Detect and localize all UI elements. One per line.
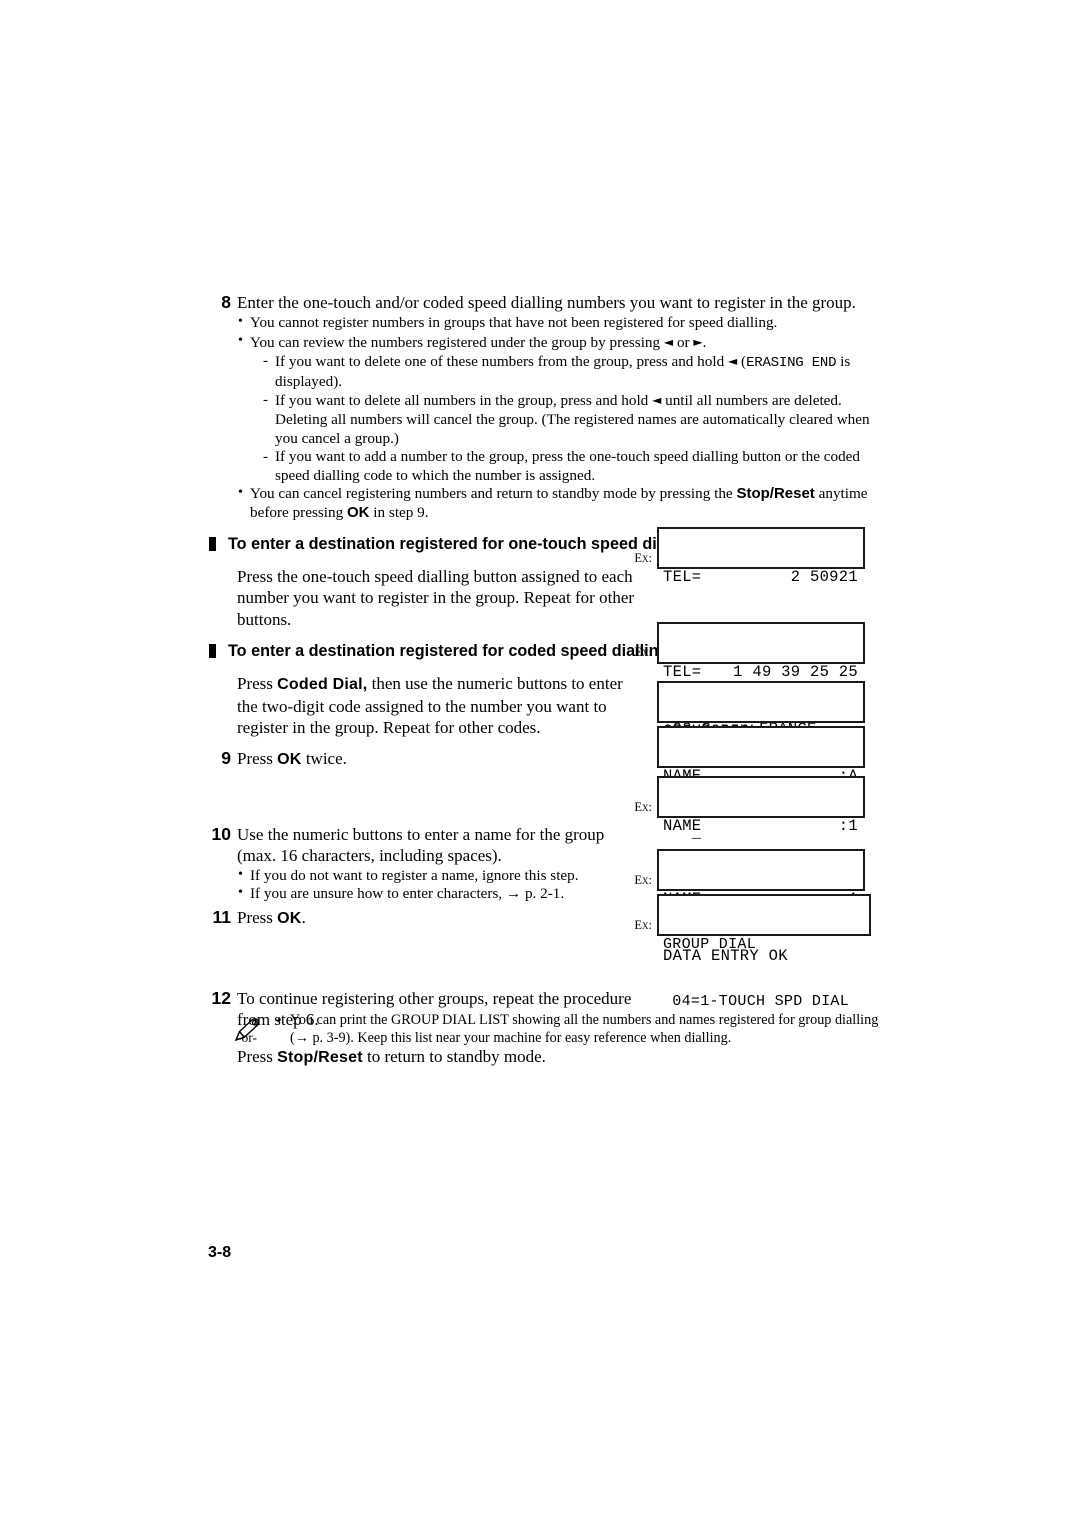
step-8-bullet-3: • You can cancel registering numbers and … xyxy=(237,485,885,522)
bullet-dot-icon: • xyxy=(238,332,243,348)
step-8-bullet-2-mid: or xyxy=(673,333,694,351)
step-10-bullet-2-text: If you are unsure how to enter character… xyxy=(250,885,565,903)
step-12-alt-post: to return to standby mode. xyxy=(362,1046,546,1066)
note-block: • You can print the GROUP DIAL LIST show… xyxy=(232,1012,882,1047)
subsection-one-touch-body-text: Press the one-touch speed dialling butto… xyxy=(237,566,635,629)
step-12-alt: Press Stop/Reset to return to standby mo… xyxy=(237,1046,885,1068)
page-number: 3-8 xyxy=(208,1244,232,1261)
left-arrow-icon: ◄ xyxy=(652,393,662,408)
lcd-line-1: TEL= 1 49 39 25 25 xyxy=(663,663,863,682)
subsection-one-touch-body: Press the one-touch speed dialling butto… xyxy=(205,566,637,631)
ex-label-group-dial-04: Ex: xyxy=(634,918,652,932)
lcd-line-1: TEL= 2 50921 xyxy=(663,568,863,587)
left-arrow-icon: ◄ xyxy=(663,334,674,349)
step-9-title-pre: Press xyxy=(237,748,278,768)
step-8-bullet-3-post: in step 9. xyxy=(369,503,429,521)
lcd-line-2: 04=1-TOUCH SPD DIAL xyxy=(663,993,850,1010)
step-10-bullet-1-text: If you do not want to register a name, i… xyxy=(250,866,579,884)
ok-key-label: OK xyxy=(347,503,370,521)
bullet-dot-icon: • xyxy=(277,1012,282,1027)
ex-label-tel-coded: Ex: xyxy=(634,645,652,659)
lcd-display-group-dial-name-menu: GROUP DIAL 2.NAME xyxy=(657,681,865,797)
stop-reset-key-label: Stop/Reset xyxy=(736,485,815,503)
step-8-bullet-2-post: . xyxy=(702,333,707,351)
step-8-bullet-1: • You cannot register numbers in groups … xyxy=(237,314,885,333)
step-9-title-post: twice. xyxy=(301,748,347,768)
step-11-title-pre: Press xyxy=(237,907,278,927)
step-8-dash-3: - If you want to add a number to the grou… xyxy=(262,448,885,485)
subsection-coded-body: Press Coded Dial, then use the numeric b… xyxy=(205,673,637,739)
bullet-dot-icon: • xyxy=(238,314,243,329)
square-bullet-icon xyxy=(209,536,216,551)
lcd-line-1-right: :1 xyxy=(838,817,858,835)
step-8-dash-1-mid: ( xyxy=(737,353,747,371)
step-8-dash-1: - If you want to delete one of these numb… xyxy=(262,352,885,391)
right-arrow-icon: ► xyxy=(693,334,703,349)
bullet-dot-icon: • xyxy=(238,485,243,501)
lcd-display-group-dial-04-1-touch: GROUP DIAL 04=1-TOUCH SPD DIAL xyxy=(657,894,871,1010)
step-8-dash-list: - If you want to delete one of these numb… xyxy=(262,352,885,485)
ok-key-label: OK xyxy=(277,909,302,927)
lcd-display-tel-coded: TEL= 1 49 39 25 25 ✶02 Canon FRANCE xyxy=(657,622,865,738)
dash-marker-icon: - xyxy=(263,449,268,466)
note-text: • You can print the GROUP DIAL LIST show… xyxy=(277,1012,882,1047)
step-8-dash-2: - If you want to delete all numbers in th… xyxy=(262,391,885,448)
subsection-coded-body-pre: Press xyxy=(237,674,278,694)
lcd-line-1-right: 1 49 39 25 25 xyxy=(733,663,858,681)
step-8-number: 8 xyxy=(221,292,231,312)
bullet-dot-icon: • xyxy=(238,866,243,882)
subheading-coded-text: To enter a destination registered for co… xyxy=(228,642,674,661)
step-11-number: 11 xyxy=(212,906,232,927)
ok-key-label: OK xyxy=(277,750,302,768)
lcd-line-1-left: GROUP DIAL xyxy=(663,936,757,953)
step-8-bullet-2: • You can review the numbers registered u… xyxy=(237,333,885,486)
step-10-number: 10 xyxy=(211,823,231,844)
step-8-bullet-3-pre: You can cancel registering numbers and r… xyxy=(250,485,737,503)
step-12-alt-pre: Press xyxy=(237,1046,278,1066)
step-8-dash-3-text: If you want to add a number to the group… xyxy=(275,448,860,484)
left-arrow-icon: ◄ xyxy=(727,354,738,369)
ex-label-name-entry: Ex: xyxy=(634,800,652,814)
square-bullet-icon xyxy=(209,644,216,659)
lcd-line-1-left: TEL= xyxy=(663,568,702,586)
coded-dial-key-label: Coded Dial, xyxy=(277,676,368,694)
step-8-bullet-2-pre: You can review the numbers registered un… xyxy=(250,333,664,351)
lcd-line-1: NAME :1 xyxy=(663,817,863,836)
stop-reset-key-label: Stop/Reset xyxy=(277,1048,363,1066)
bullet-dot-icon: • xyxy=(238,885,243,901)
step-8-dash-1-pre: If you want to delete one of these numbe… xyxy=(275,353,728,371)
step-11-title-post: . xyxy=(301,907,306,927)
lcd-display-name-mode-a: NAME :A _ xyxy=(657,726,865,842)
step-8-bullet-list: • You cannot register numbers in groups … xyxy=(237,314,885,523)
pencil-icon xyxy=(232,1016,262,1044)
step-8-dash-2-pre: If you want to delete all numbers in the… xyxy=(275,392,653,410)
dash-marker-icon: - xyxy=(263,392,268,409)
step-12-number: 12 xyxy=(211,987,231,1008)
step-8-title: Enter the one-touch and/or coded speed d… xyxy=(237,293,856,312)
lcd-line-1-left: NAME xyxy=(663,817,702,835)
step-8: 8 Enter the one-touch and/or coded speed… xyxy=(205,292,885,523)
lcd-line-1: GROUP DIAL xyxy=(663,935,869,954)
lcd-display-name-entry-canon-group-2: NAME :1 Canon GROUP 2_ xyxy=(657,776,865,892)
step-8-bullet-1-text: You cannot register numbers in groups th… xyxy=(250,314,778,331)
subheading-one-touch-text: To enter a destination registered for on… xyxy=(228,534,705,553)
step-9-number: 9 xyxy=(221,747,231,768)
lcd-display-name-data-entry-ok: NAME :1 DATA ENTRY OK xyxy=(657,849,865,965)
lcd-line-1-right: 2 50921 xyxy=(790,568,858,586)
ex-label-data-entry-ok: Ex: xyxy=(634,873,652,887)
dash-marker-icon: - xyxy=(263,353,268,370)
step-8-dash-1-display-text: ERASING END xyxy=(746,355,837,372)
note-text-line-2: Keep this list near your machine for eas… xyxy=(357,1029,732,1046)
ex-label-tel-one-touch: Ex: xyxy=(634,551,652,565)
manual-page: 8 Enter the one-touch and/or coded speed… xyxy=(0,0,1080,1528)
lcd-display-tel-one-touch: TEL= 2 50921 04 Canon ITALIA xyxy=(657,527,865,643)
step-10-title: Use the numeric buttons to enter a name … xyxy=(237,824,605,865)
lcd-line-1-left: TEL= xyxy=(663,663,702,681)
